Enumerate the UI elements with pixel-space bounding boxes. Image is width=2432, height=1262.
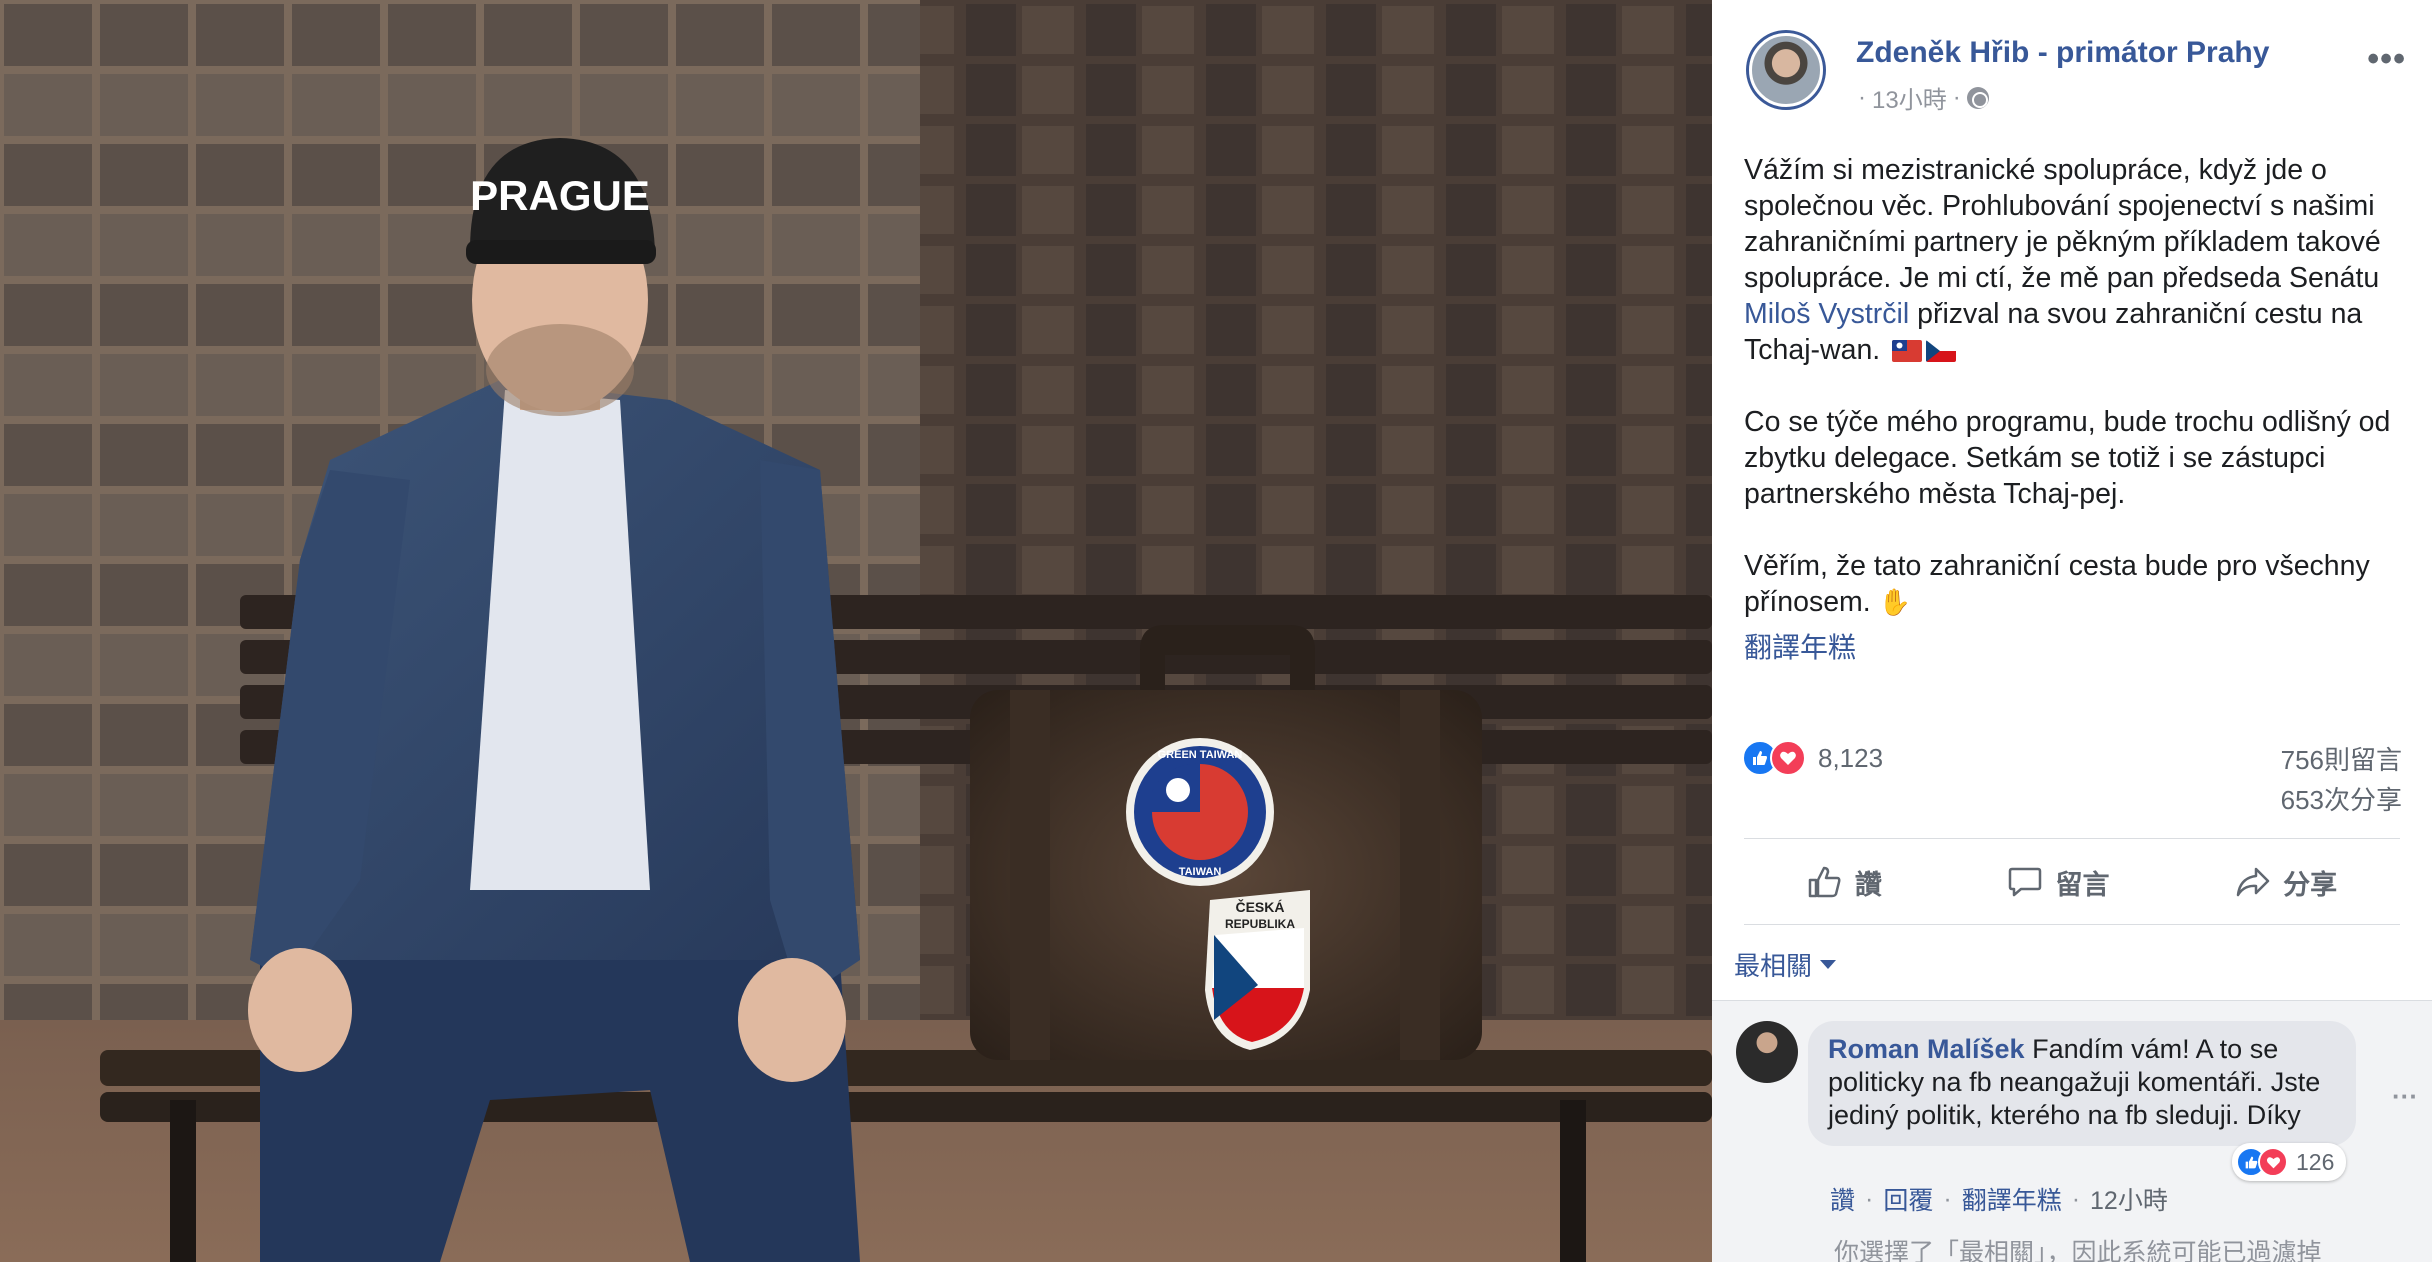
- post-header: Zdeněk Hřib - primátor Prahy · 13小時 · ••…: [1746, 30, 2406, 120]
- post-actions: 讚 留言 分享: [1744, 852, 2400, 912]
- comment-label: 留言: [2055, 869, 2110, 900]
- comment-time[interactable]: 12小時: [2090, 1181, 2168, 1217]
- post-panel: Zdeněk Hřib - primátor Prahy · 13小時 · ••…: [1712, 0, 2432, 1262]
- comment-reply-link[interactable]: 回覆: [1883, 1181, 1933, 1217]
- share-count[interactable]: 653次分享: [2281, 780, 2402, 820]
- comment-bubble-icon: [2009, 867, 2042, 897]
- share-label: 分享: [2283, 869, 2338, 900]
- comment-bubble: Roman Malíšek Fandím vám! A to se politi…: [1808, 1021, 2356, 1146]
- post-paragraph-3: Věřím, že tato zahraniční cesta bude pro…: [1744, 550, 2370, 618]
- see-translation-link[interactable]: 翻譯年糕: [1744, 626, 1856, 666]
- taiwan-sticker-text-2: TAIWAN: [1179, 866, 1222, 878]
- page-avatar[interactable]: [1746, 30, 1826, 110]
- taiwan-flag-icon: [1892, 340, 1923, 362]
- czech-sticker-line1: ČESKÁ: [1235, 898, 1284, 915]
- comment-reactions[interactable]: 126: [2232, 1143, 2347, 1181]
- mention-link[interactable]: Miloš Vystrčil: [1744, 298, 1909, 330]
- dot-separator: ·: [2071, 1184, 2081, 1213]
- post-stats: 756則留言 653次分享: [2281, 740, 2402, 820]
- reaction-count: 8,123: [1818, 742, 1884, 773]
- comment-more-icon[interactable]: ···: [2392, 1081, 2418, 1112]
- taiwan-sticker: GREEN TAIWAN TAIWAN: [1126, 738, 1274, 886]
- like-button[interactable]: 讚: [1807, 863, 1882, 902]
- post-meta: · 13小時 ·: [1858, 80, 1989, 115]
- love-icon: [2258, 1147, 2288, 1177]
- globe-icon[interactable]: [1966, 86, 1989, 109]
- cap-text: PRAGUE: [470, 172, 650, 219]
- photo-scene: PRAGUE GREEN TAIWAN TAIWAN ČESKÁ REPUBLI…: [0, 0, 1712, 1262]
- thumbs-up-emoji-icon: ✋: [1878, 587, 1912, 617]
- comment-button[interactable]: 留言: [2007, 863, 2109, 902]
- comment-sort-dropdown[interactable]: 最相關: [1734, 946, 1837, 983]
- commenter-avatar[interactable]: [1736, 1021, 1798, 1083]
- thumb-up-outline-icon: [1808, 866, 1841, 898]
- divider: [1744, 838, 2400, 839]
- more-icon[interactable]: •••: [2367, 40, 2406, 79]
- sort-label: 最相關: [1734, 951, 1813, 981]
- suitcase: GREEN TAIWAN TAIWAN ČESKÁ REPUBLIKA: [970, 625, 1482, 1060]
- comment-reaction-count: 126: [2296, 1148, 2335, 1175]
- post-time[interactable]: 13小時: [1872, 80, 1947, 115]
- dot-separator: ·: [1865, 1184, 1874, 1213]
- dot-separator: ·: [1943, 1184, 1952, 1213]
- share-button[interactable]: 分享: [2235, 863, 2337, 902]
- share-arrow-icon: [2236, 867, 2270, 897]
- post-paragraph-2: Co se týče mého programu, bude trochu od…: [1744, 406, 2391, 510]
- divider: [1744, 924, 2400, 925]
- comment-like-link[interactable]: 讚: [1830, 1181, 1855, 1217]
- comment-author-link[interactable]: Roman Malíšek: [1828, 1034, 2025, 1064]
- post-paragraph-1: Vážím si mezistranické spolupráce, když …: [1744, 154, 2381, 366]
- like-label: 讚: [1854, 869, 1882, 900]
- comment-actions: 讚 · 回覆 · 翻譯年糕 · 12小時: [1830, 1181, 2168, 1217]
- comments-section: Roman Malíšek Fandím vám! A to se politi…: [1712, 1000, 2432, 1262]
- meta-separator: ·: [1858, 83, 1866, 111]
- page-name-link[interactable]: Zdeněk Hřib - primátor Prahy: [1856, 36, 2269, 70]
- post-text: Vážím si mezistranické spolupráce, když …: [1744, 152, 2404, 656]
- comment-translate-link[interactable]: 翻譯年糕: [1962, 1181, 2062, 1217]
- czech-flag-icon: [1926, 340, 1957, 362]
- caret-down-icon: [1820, 960, 1837, 969]
- post-photo[interactable]: PRAGUE GREEN TAIWAN TAIWAN ČESKÁ REPUBLI…: [0, 0, 1712, 1262]
- czech-sticker-line2: REPUBLIKA: [1225, 917, 1295, 931]
- reaction-summary[interactable]: 8,123: [1742, 736, 1883, 780]
- taiwan-sticker-text: GREEN TAIWAN: [1158, 749, 1243, 761]
- love-icon: [1770, 740, 1806, 776]
- filter-note: 你選擇了「最相關」，因此系統可能已過濾掉: [1834, 1239, 2322, 1262]
- meta-separator-2: ·: [1952, 83, 1961, 111]
- comment-count[interactable]: 756則留言: [2281, 740, 2402, 780]
